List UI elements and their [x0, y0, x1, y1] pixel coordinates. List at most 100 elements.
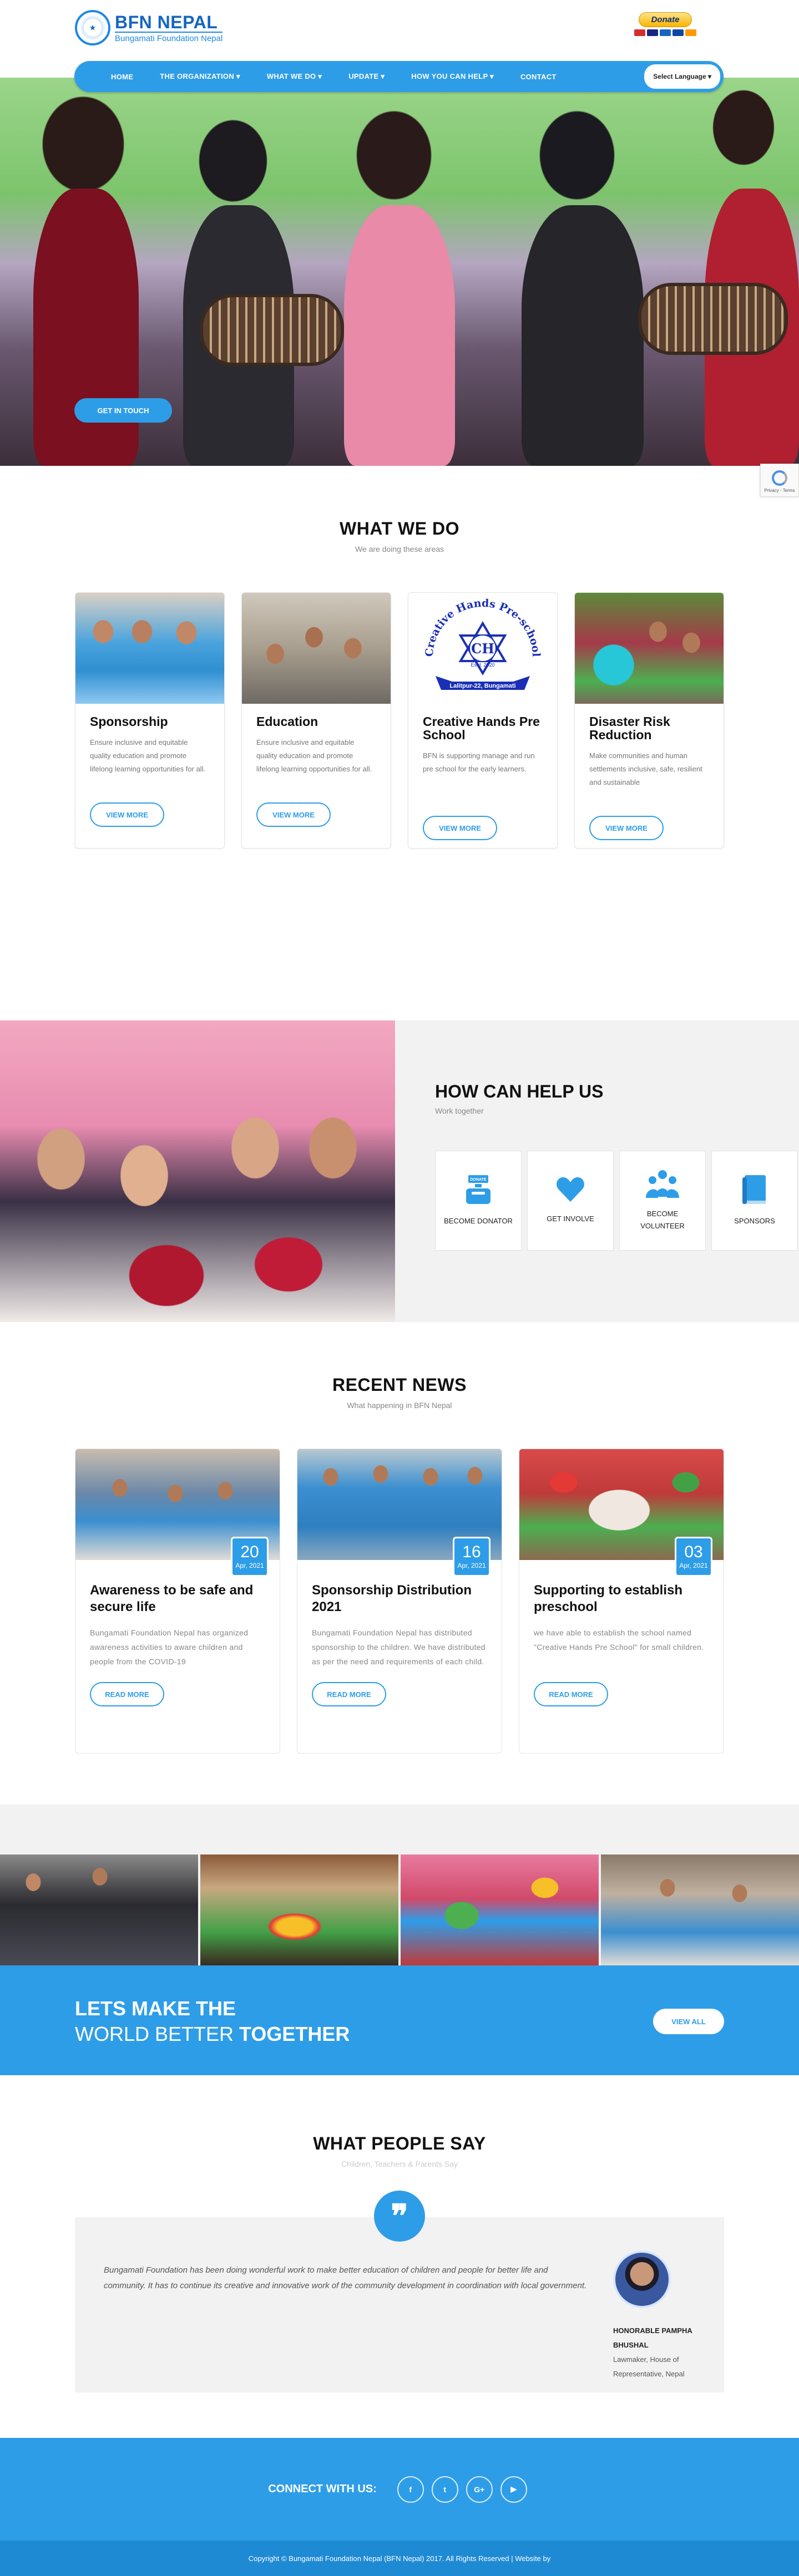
hero-child-shape	[33, 189, 139, 466]
logo-title: BFN NEPAL	[115, 12, 218, 32]
nav-contact[interactable]: Contact	[507, 73, 570, 81]
gallery-image[interactable]	[0, 1854, 198, 1965]
view-more-button[interactable]: View More	[256, 802, 331, 827]
paypal-donate[interactable]: Donate	[634, 12, 696, 36]
creative-hands-logo-icon: Creative Hands Pre-school CH Estd. 2020 …	[423, 597, 542, 690]
nav-home[interactable]: Home	[74, 73, 146, 81]
youtube-icon[interactable]: ▶	[500, 2476, 527, 2503]
date-month: Apr, 2021	[679, 1562, 708, 1569]
section-subtitle: Children, Teachers & Parents Say	[341, 2160, 458, 2168]
donate-button[interactable]: Donate	[638, 12, 692, 27]
nav-how-you-can-help[interactable]: How You Can Help ▾	[398, 72, 507, 81]
news-card: 16 Apr, 2021 Sponsorship Distribution 20…	[297, 1449, 502, 1754]
view-all-button[interactable]: View All	[653, 2009, 724, 2034]
gallery-image[interactable]	[601, 1854, 799, 1965]
help-box-label: Become Volunteer	[640, 1210, 685, 1230]
become-donator-box[interactable]: DONATE Become Donator	[435, 1151, 522, 1251]
date-badge: 20 Apr, 2021	[231, 1537, 269, 1577]
date-month: Apr, 2021	[235, 1562, 264, 1569]
group-icon	[646, 1170, 679, 1198]
hero-child-shape	[344, 205, 455, 466]
card-desc: Ensure inclusive and equitable quality e…	[256, 738, 372, 773]
svg-text:DONATE: DONATE	[470, 1178, 486, 1182]
read-more-button[interactable]: Read More	[90, 1682, 164, 1706]
banner-line2: WORLD BETTER	[75, 2023, 240, 2045]
testimonial-box: Bungamati Foundation has been doing wond…	[75, 2217, 724, 2392]
nav-organization[interactable]: The Organization ▾	[146, 72, 254, 81]
hero-child-shape	[522, 205, 644, 466]
card-title: Disaster Risk Reduction	[589, 714, 670, 742]
view-more-button[interactable]: View More	[90, 802, 164, 827]
banner-line1: LETS MAKE THE	[75, 1997, 236, 2020]
recent-news-section: RECENT NEWS What happening in BFN Nepal …	[0, 1322, 799, 1805]
svg-text:Lalitpur-22, Bungamati: Lalitpur-22, Bungamati	[449, 683, 515, 689]
banner-headline: LETS MAKE THE WORLD BETTER TOGETHER	[75, 1996, 350, 2047]
date-day: 16	[462, 1543, 481, 1561]
site-footer: CONNECT WITH US: f t G+ ▶	[0, 2438, 799, 2541]
read-more-button[interactable]: Read More	[312, 1682, 386, 1706]
nav-update[interactable]: Update ▾	[335, 72, 398, 81]
help-box-label: Become Donator	[444, 1217, 513, 1225]
payment-cards-icon	[634, 29, 696, 36]
girls-photo	[0, 1020, 395, 1322]
news-desc: Bungamati Foundation Nepal has organized…	[90, 1628, 249, 1666]
news-title[interactable]: Supporting to establish preschool	[534, 1582, 709, 1615]
date-badge: 16 Apr, 2021	[453, 1537, 490, 1577]
date-badge: 03 Apr, 2021	[675, 1537, 712, 1577]
author-role: Lawmaker, House of Representative, Nepal	[613, 2355, 685, 2378]
help-subtitle: Work together	[435, 1106, 484, 1115]
donate-icon: DONATE	[466, 1175, 490, 1204]
news-title[interactable]: Sponsorship Distribution 2021	[312, 1582, 487, 1615]
news-image: 20 Apr, 2021	[75, 1449, 280, 1577]
language-select[interactable]: Select Language ▾	[644, 64, 720, 89]
section-title: RECENT NEWS	[332, 1375, 467, 1395]
nav-what-we-do[interactable]: What We Do ▾	[254, 72, 335, 81]
get-involve-box[interactable]: Get Involve	[527, 1151, 614, 1251]
section-title: WHAT PEOPLE SAY	[313, 2133, 486, 2153]
card-desc: BFN is supporting manage and run pre sch…	[423, 751, 535, 773]
gallery-image[interactable]	[200, 1854, 398, 1965]
heart-icon	[557, 1177, 584, 1202]
become-volunteer-box[interactable]: Become Volunteer	[619, 1151, 706, 1251]
connect-label: CONNECT WITH US:	[268, 2483, 377, 2495]
service-card: Education Ensure inclusive and equitable…	[241, 592, 391, 848]
get-in-touch-button[interactable]: Get In Touch	[74, 398, 172, 423]
news-desc: Bungamati Foundation Nepal has distribut…	[312, 1628, 486, 1666]
card-desc: Make communities and human settlements i…	[589, 751, 702, 786]
copyright-bar: Copyright © Bungamati Foundation Nepal (…	[0, 2541, 799, 2576]
svg-text:CH: CH	[471, 641, 494, 657]
avatar	[613, 2250, 671, 2308]
testimonial-text: Bungamati Foundation has been doing wond…	[104, 2265, 587, 2290]
main-nav: Home The Organization ▾ What We Do ▾ Upd…	[74, 61, 724, 92]
sponsors-box[interactable]: Sponsors	[711, 1151, 798, 1251]
preschool-logo-image: Creative Hands Pre-school CH Estd. 2020 …	[408, 593, 557, 704]
help-box-label: Get Involve	[547, 1215, 594, 1223]
logo-subtitle: Bungamati Foundation Nepal	[115, 31, 223, 43]
view-more-button[interactable]: View More	[423, 816, 497, 840]
twitter-icon[interactable]: t	[431, 2476, 458, 2503]
site-logo[interactable]: ★ BFN NEPAL Bungamati Foundation Nepal	[75, 10, 223, 45]
testimonial-section: WHAT PEOPLE SAY Children, Teachers & Par…	[0, 2075, 799, 2438]
hero-drum-image	[638, 283, 788, 355]
recaptcha-badge[interactable]: Privacy - Terms	[760, 464, 799, 497]
gallery-image[interactable]	[401, 1854, 599, 1965]
news-image: 03 Apr, 2021	[519, 1449, 724, 1577]
service-card: Sponsorship Ensure inclusive and equitab…	[75, 592, 225, 848]
section-subtitle: We are doing these areas	[355, 545, 444, 553]
facebook-icon[interactable]: f	[397, 2476, 424, 2503]
gallery-section	[0, 1805, 799, 1965]
news-image: 16 Apr, 2021	[297, 1449, 502, 1577]
book-icon	[742, 1175, 766, 1204]
date-day: 03	[684, 1543, 703, 1561]
view-more-button[interactable]: View More	[589, 816, 664, 840]
read-more-button[interactable]: Read More	[534, 1682, 608, 1706]
news-card: 03 Apr, 2021 Supporting to establish pre…	[519, 1449, 724, 1754]
news-card: 20 Apr, 2021 Awareness to be safe and se…	[75, 1449, 280, 1754]
section-subtitle: What happening in BFN Nepal	[347, 1401, 452, 1410]
service-card: Disaster Risk Reduction Make communities…	[574, 592, 724, 848]
google-plus-icon[interactable]: G+	[466, 2476, 493, 2503]
recaptcha-label[interactable]: Privacy - Terms	[765, 488, 795, 493]
date-month: Apr, 2021	[457, 1562, 486, 1569]
news-title[interactable]: Awareness to be safe and secure life	[90, 1582, 265, 1615]
date-day: 20	[240, 1543, 259, 1561]
